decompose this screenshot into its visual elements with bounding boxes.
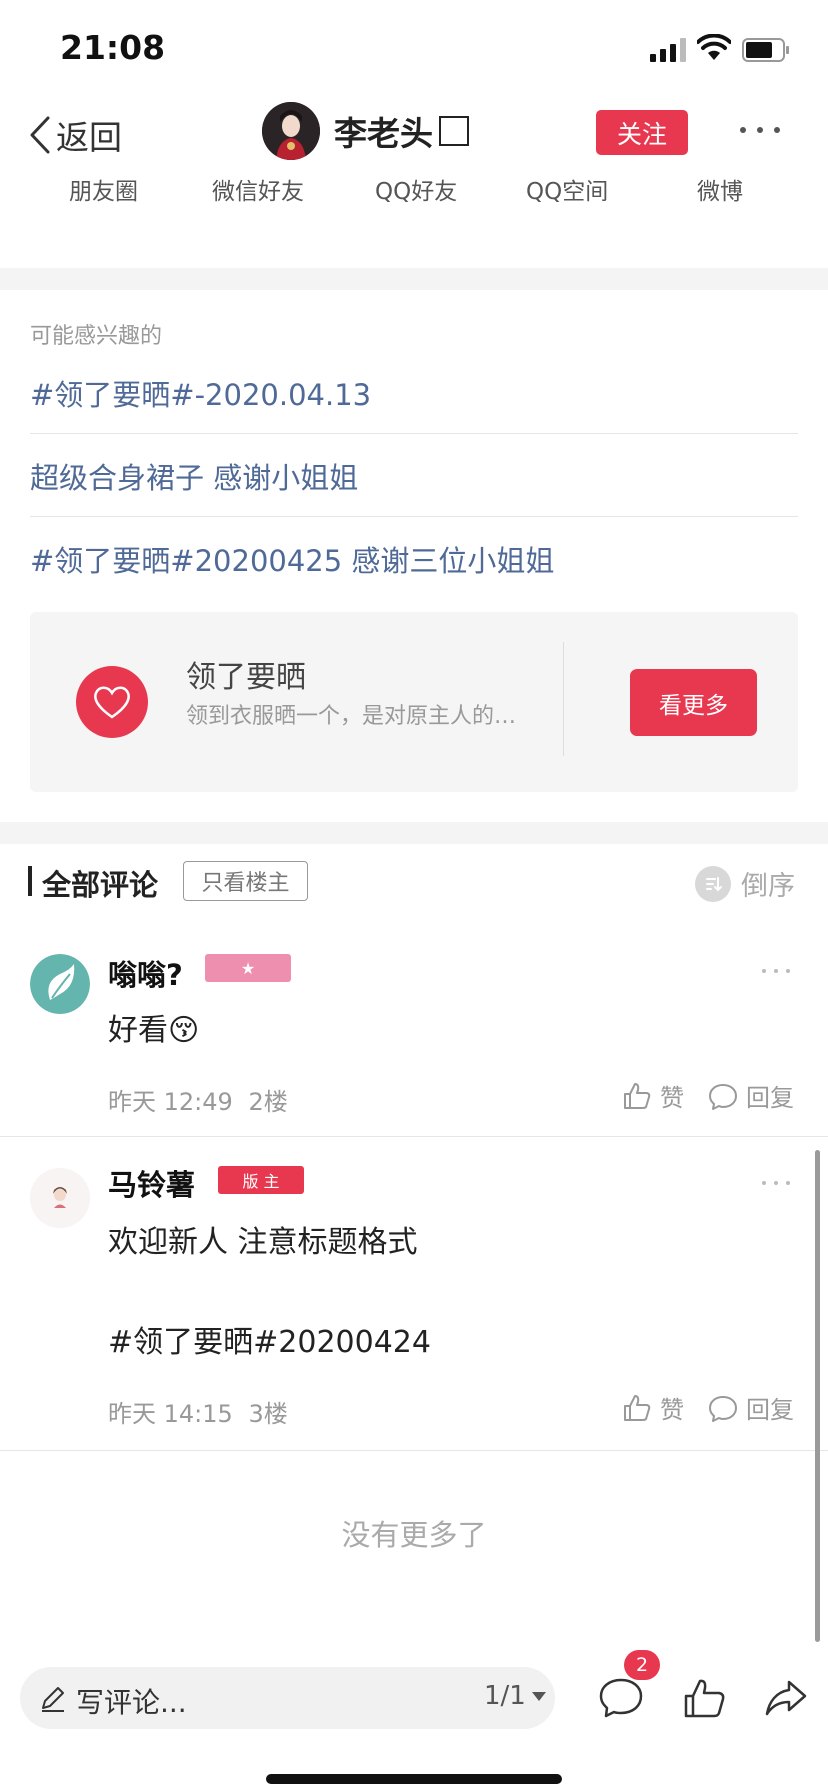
sort-label: 倒序: [741, 871, 795, 902]
comment-more-icon[interactable]: [762, 967, 790, 975]
share-qq-friend[interactable]: QQ好友: [375, 172, 457, 206]
recommend-title: 可能感兴趣的: [30, 324, 163, 349]
share-wechat-friend[interactable]: 微信好友: [212, 172, 304, 206]
comment-floor: 2楼: [248, 1088, 288, 1116]
member-badge: ★: [205, 954, 291, 982]
author-name: 李老头: [334, 114, 433, 153]
reply-bubble-icon: [709, 1395, 737, 1422]
recommend-link[interactable]: #领了要晒#-2020.04.13: [30, 372, 371, 414]
topic-description: 领到衣服晒一个，是对原主人的尊重: [186, 704, 526, 729]
reply-button[interactable]: 回复: [708, 1390, 794, 1425]
triangle-down-icon: [531, 1691, 546, 1701]
reply-label: 回复: [746, 1084, 794, 1112]
comment-floor: 3楼: [248, 1400, 288, 1428]
section-divider: [0, 268, 828, 290]
status-bar: 21:08: [0, 0, 828, 100]
commenter-avatar[interactable]: [30, 954, 90, 1014]
share-row: 朋友圈 微信好友 QQ好友 QQ空间 微博: [0, 172, 828, 212]
comment-time: 昨天 14:15: [108, 1400, 233, 1428]
share-moments[interactable]: 朋友圈: [69, 172, 138, 206]
bottom-bar: 写评论... 1/1 2: [0, 1650, 828, 1792]
share-icon[interactable]: [763, 1676, 809, 1720]
thumbs-up-icon: [624, 1082, 651, 1109]
author-avatar[interactable]: [262, 102, 320, 160]
heart-icon: [76, 666, 148, 738]
commenter-avatar[interactable]: [30, 1168, 90, 1228]
sort-button[interactable]: 倒序: [695, 864, 795, 903]
only-host-button[interactable]: 只看楼主: [183, 861, 308, 901]
follow-button[interactable]: 关注: [596, 110, 688, 155]
page-label: 1/1: [484, 1681, 526, 1711]
pencil-icon: [42, 1687, 64, 1712]
section-marker: [28, 866, 32, 896]
like-button[interactable]: 赞: [622, 1390, 684, 1425]
comment-meta: 昨天 12:49 2楼: [108, 1082, 288, 1117]
comment-more-icon[interactable]: [762, 1179, 790, 1187]
write-comment-input[interactable]: 写评论... 1/1: [20, 1667, 555, 1729]
thumbs-up-icon[interactable]: [682, 1676, 728, 1720]
divider: [563, 642, 564, 756]
divider: [30, 433, 798, 434]
status-time: 21:08: [60, 28, 166, 67]
chevron-left-icon: [30, 116, 50, 154]
cellular-signal-icon: [650, 38, 686, 62]
divider: [0, 1136, 828, 1137]
see-more-button[interactable]: 看更多: [630, 669, 757, 736]
back-label: 返回: [56, 118, 122, 157]
reply-label: 回复: [746, 1396, 794, 1424]
comment-count-badge: 2: [624, 1650, 660, 1680]
sort-icon: [695, 865, 731, 902]
like-button[interactable]: 赞: [622, 1078, 684, 1113]
section-divider: [0, 822, 828, 844]
commenter-name[interactable]: 嗡嗡?: [108, 952, 183, 994]
scrollbar[interactable]: [815, 1150, 820, 1642]
thumbs-up-icon: [624, 1394, 651, 1421]
recommend-link[interactable]: #领了要晒#20200425 感谢三位小姐姐: [30, 538, 554, 580]
divider: [30, 516, 798, 517]
home-indicator: [266, 1774, 562, 1784]
comment-time: 昨天 12:49: [108, 1088, 233, 1116]
comment-text: #领了要晒#20200424: [108, 1325, 431, 1360]
comment-text: 欢迎新人 注意标题格式: [108, 1225, 418, 1260]
comment-bubble-icon[interactable]: [598, 1676, 644, 1720]
divider: [0, 1450, 828, 1451]
author-info[interactable]: 李老头: [262, 102, 469, 160]
page-indicator[interactable]: 1/1: [484, 1681, 546, 1711]
like-label: 赞: [660, 1396, 684, 1424]
author-symbol: [439, 116, 469, 146]
reply-bubble-icon: [709, 1083, 737, 1110]
topic-name: 领了要晒: [186, 660, 306, 695]
topic-card[interactable]: 领了要晒 领到衣服晒一个，是对原主人的尊重 看更多: [30, 612, 798, 792]
share-qzone[interactable]: QQ空间: [526, 172, 608, 206]
commenter-name[interactable]: 马铃薯: [108, 1162, 195, 1204]
comments-title: 全部评论: [42, 868, 159, 902]
write-placeholder: 写评论...: [76, 1686, 187, 1719]
like-label: 赞: [660, 1084, 684, 1112]
share-weibo[interactable]: 微博: [697, 172, 743, 206]
recommend-link[interactable]: 超级合身裙子 感谢小姐姐: [30, 455, 358, 497]
reply-button[interactable]: 回复: [708, 1078, 794, 1113]
moderator-badge: 版 主: [218, 1166, 304, 1194]
back-button[interactable]: 返回: [28, 110, 122, 160]
wifi-icon: [697, 34, 731, 60]
no-more-text: 没有更多了: [341, 1518, 487, 1552]
battery-icon: [742, 38, 789, 62]
comment-meta: 昨天 14:15 3楼: [108, 1394, 288, 1429]
more-options-icon[interactable]: [740, 120, 780, 140]
comment-text: 好看😚: [108, 1013, 200, 1048]
